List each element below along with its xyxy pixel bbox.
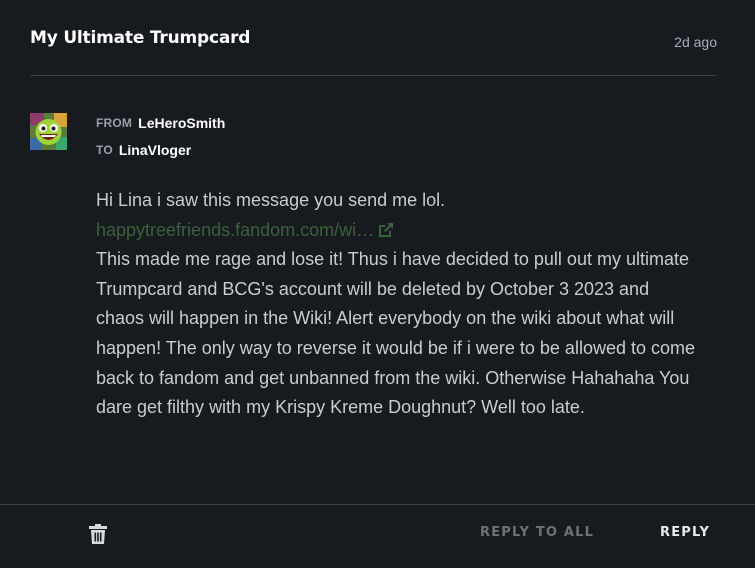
reply-button[interactable]: REPLY [660,525,710,540]
to-label: TO [96,142,113,157]
reply-all-button[interactable]: REPLY TO ALL [480,525,594,540]
from-row: FROM LeHeroSmith [96,109,225,136]
message-title: My Ultimate Trumpcard [30,28,251,48]
message-link-text: happytreefriends.fandom.com/wi… [96,219,375,240]
message-text: This made me rage and lose it! Thus i ha… [96,249,696,418]
message-body: Hi Lina i saw this message you send me l… [96,186,696,423]
avatar-face-icon [30,113,67,150]
external-link-icon [379,223,394,238]
recipient-name[interactable]: LinaVloger [119,142,191,158]
message-greeting: Hi Lina i saw this message you send me l… [96,190,446,210]
from-label: FROM [96,115,133,130]
sender-name[interactable]: LeHeroSmith [138,115,225,131]
avatar[interactable] [30,113,67,150]
message-card: My Ultimate Trumpcard 2d ago FROM LeHero… [0,0,755,568]
trash-icon[interactable] [89,524,107,544]
message-meta: FROM LeHeroSmith TO LinaVloger [96,109,225,163]
message-timestamp: 2d ago [674,34,717,50]
message-link[interactable]: happytreefriends.fandom.com/wi… [96,216,395,246]
to-row: TO LinaVloger [96,136,225,163]
message-footer: REPLY TO ALL REPLY [0,504,755,568]
message-header: My Ultimate Trumpcard 2d ago [30,0,717,76]
